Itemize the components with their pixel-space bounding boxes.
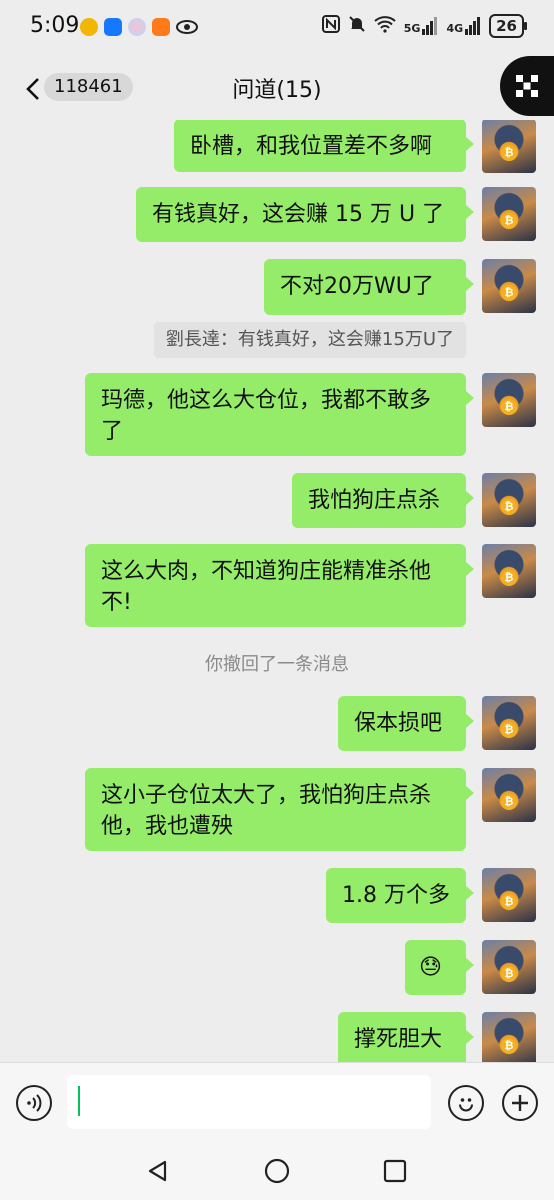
system-nav-bar: [0, 1142, 554, 1200]
mute-icon: [348, 15, 366, 37]
message-bubble[interactable]: 我怕狗庄点杀: [292, 473, 474, 528]
message-text: 这么大肉，不知道狗庄能精准杀他不!: [101, 559, 432, 615]
avatar[interactable]: ₿: [482, 373, 536, 427]
message-bubble[interactable]: 保本损吧: [338, 696, 474, 751]
emoji-sweat-icon: 😓: [419, 955, 442, 980]
avatar[interactable]: ₿: [482, 868, 536, 922]
nfc-icon: [321, 15, 340, 37]
message-bubble[interactable]: 有钱真好，这会赚 15 万 U 了: [136, 187, 474, 242]
message-item: 这小子仓位太大了，我怕狗庄点杀他，我也遭殃 ₿: [85, 768, 536, 851]
message-text: 保本损吧: [354, 711, 443, 736]
message-input[interactable]: [67, 1075, 431, 1129]
message-list[interactable]: 卧槽，和我位置差不多啊 ₿ 有钱真好，这会赚 15 万 U 了 ₿ 不对20万W…: [0, 120, 554, 1062]
avatar[interactable]: ₿: [482, 187, 536, 241]
wifi-icon: [374, 15, 396, 37]
voice-button[interactable]: [16, 1085, 52, 1121]
bitcoin-icon: ₿: [501, 285, 517, 301]
notification-icons: [80, 18, 198, 36]
message-bubble[interactable]: 这小子仓位太大了，我怕狗庄点杀他，我也遭殃: [85, 768, 474, 851]
battery-indicator: 26: [489, 14, 527, 38]
quoted-message[interactable]: 劉長達：有钱真好，这会赚15万U了: [153, 322, 466, 358]
bitcoin-icon: ₿: [501, 399, 517, 415]
text-cursor: [78, 1086, 80, 1116]
message-bubble[interactable]: 1.8 万个多: [326, 868, 474, 923]
signal-5g-icon: 5G: [404, 17, 439, 35]
message-text: 不对20万WU了: [280, 274, 434, 299]
voice-icon: [27, 1094, 42, 1112]
avatar[interactable]: ₿: [482, 1012, 536, 1062]
more-functions-button[interactable]: [502, 1085, 538, 1121]
bitcoin-icon: ₿: [501, 894, 517, 910]
message-item: 不对20万WU了 ₿: [264, 259, 536, 315]
message-item: 有钱真好，这会赚 15 万 U 了 ₿: [136, 187, 536, 242]
bitcoin-icon: ₿: [501, 145, 517, 161]
message-bubble[interactable]: 撑死胆大: [338, 1012, 474, 1062]
message-text: 1.8 万个多: [342, 883, 450, 908]
system-icons: 5G 4G 26: [321, 14, 527, 38]
video-app-icon: [152, 18, 170, 36]
triangle-back-icon: [148, 1160, 167, 1182]
status-time: 5:09: [30, 13, 80, 38]
bitcoin-icon: ₿: [501, 570, 517, 586]
nav-back-button[interactable]: [146, 1159, 170, 1187]
bitcoin-icon: ₿: [501, 966, 517, 982]
chat-header: 118461 问道(15): [0, 56, 554, 120]
eye-icon: [176, 18, 198, 36]
message-item: 这么大肉，不知道狗庄能精准杀他不! ₿: [85, 544, 536, 627]
message-text: 玛德，他这么大仓位，我都不敢多了: [101, 388, 432, 444]
message-bubble[interactable]: 卧槽，和我位置差不多啊: [174, 120, 474, 172]
message-bubble[interactable]: 这么大肉，不知道狗庄能精准杀他不!: [85, 544, 474, 627]
recall-notice: 你撤回了一条消息: [205, 654, 349, 675]
status-bar: 5:09 5G 4G 26: [0, 0, 554, 56]
message-item: 😓 ₿: [405, 940, 536, 995]
message-bubble[interactable]: 不对20万WU了: [264, 259, 474, 315]
avatar[interactable]: ₿: [482, 473, 536, 527]
bitcoin-icon: ₿: [501, 1038, 517, 1054]
signal-4g-icon: 4G: [446, 17, 481, 35]
avatar[interactable]: ₿: [482, 544, 536, 598]
emoji-button[interactable]: [448, 1085, 484, 1121]
bitcoin-icon: ₿: [501, 722, 517, 738]
bitcoin-icon: ₿: [501, 794, 517, 810]
avatar[interactable]: ₿: [482, 696, 536, 750]
message-bubble[interactable]: 😓: [405, 940, 474, 995]
message-item: 1.8 万个多 ₿: [326, 868, 536, 923]
message-text: 撑死胆大: [354, 1027, 443, 1052]
square-recents-icon: [383, 1159, 407, 1183]
bitcoin-icon: ₿: [501, 213, 517, 229]
message-text: 我怕狗庄点杀: [308, 488, 441, 513]
app-notification-icon-2: [128, 18, 146, 36]
message-item: 保本损吧 ₿: [338, 696, 536, 751]
app-notification-icon: [80, 18, 98, 36]
message-text: 这小子仓位太大了，我怕狗庄点杀他，我也遭殃: [101, 783, 432, 839]
grid-icon: [516, 75, 538, 97]
input-bar: [0, 1062, 554, 1143]
chat-title: 问道(15): [232, 78, 322, 103]
smiley-icon: [459, 1098, 473, 1112]
nav-home-button[interactable]: [264, 1158, 290, 1188]
more-options-button[interactable]: [500, 56, 554, 116]
message-item: 卧槽，和我位置差不多啊 ₿: [174, 120, 536, 173]
bitcoin-icon: ₿: [501, 499, 517, 515]
circle-home-icon: [264, 1158, 290, 1184]
avatar[interactable]: ₿: [482, 259, 536, 313]
plus-icon: [512, 1095, 528, 1111]
message-item: 撑死胆大 ₿: [338, 1012, 536, 1062]
message-item: 我怕狗庄点杀 ₿: [292, 473, 536, 528]
avatar[interactable]: ₿: [482, 768, 536, 822]
avatar[interactable]: ₿: [482, 120, 536, 173]
alipay-icon: [104, 18, 122, 36]
message-item: 玛德，他这么大仓位，我都不敢多了 ₿: [85, 373, 536, 456]
message-text: 卧槽，和我位置差不多啊: [190, 134, 433, 159]
message-bubble[interactable]: 玛德，他这么大仓位，我都不敢多了: [85, 373, 474, 456]
message-text: 有钱真好，这会赚 15 万 U 了: [152, 202, 445, 227]
nav-recents-button[interactable]: [383, 1159, 407, 1187]
avatar[interactable]: ₿: [482, 940, 536, 994]
